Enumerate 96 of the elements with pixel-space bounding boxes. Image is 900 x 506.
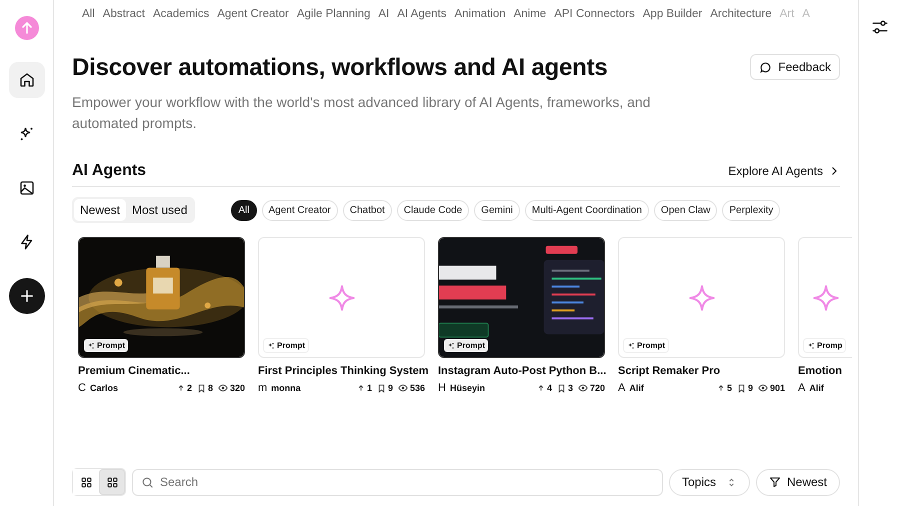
category-link[interactable]: API Connectors: [554, 8, 635, 30]
sort-button[interactable]: Newest: [756, 468, 840, 496]
arrow-up-icon: [716, 384, 725, 392]
category-link[interactable]: Academics: [152, 8, 210, 30]
category-link[interactable]: App Builder: [642, 8, 702, 30]
arrow-up-icon: [356, 384, 365, 392]
settings-icon[interactable]: [870, 18, 888, 36]
home-button[interactable]: [8, 62, 44, 98]
card-thumbnail[interactable]: Promp: [798, 237, 852, 358]
sparkle-icon: [812, 284, 840, 312]
filter-chip[interactable]: Agent Creator: [262, 200, 338, 220]
upvote-count: 5: [726, 383, 732, 393]
home-icon: [18, 71, 36, 89]
sort-tab[interactable]: Newest: [74, 199, 126, 221]
page-subtitle: Empower your workflow with the world's most advanced library of AI Agents, frameworks, and automated prompts.: [72, 93, 652, 133]
view-count: 901: [770, 383, 785, 393]
sparkle-icon: [688, 284, 716, 312]
save-count: 9: [748, 383, 753, 393]
avatar-letter: m: [258, 382, 268, 394]
card-title[interactable]: Emotion: [798, 365, 852, 377]
filter-chip[interactable]: Open Claw: [654, 200, 718, 220]
topics-dropdown[interactable]: Topics: [668, 468, 750, 496]
author-name[interactable]: monna: [271, 383, 301, 393]
category-link[interactable]: All: [82, 8, 95, 30]
upvote-count: 1: [366, 383, 372, 393]
search-field[interactable]: Search: [132, 468, 663, 496]
filter-chip[interactable]: Chatbot: [342, 200, 392, 220]
filter-chip[interactable]: All: [231, 200, 256, 220]
avatar-letter: H: [438, 382, 446, 394]
category-link[interactable]: Abstract: [102, 8, 145, 30]
filter-chip[interactable]: Claude Code: [396, 200, 470, 220]
sparkle-icon: [328, 284, 356, 312]
eye-icon: [578, 383, 588, 393]
save-count: 3: [568, 383, 573, 393]
upvote-count: 2: [186, 383, 192, 393]
image-icon: [18, 179, 36, 197]
section-title: AI Agents: [72, 162, 146, 180]
avatar-letter: A: [618, 382, 626, 394]
upvote-count: 4: [546, 383, 552, 393]
badge-label: Prompt: [277, 341, 305, 350]
card-thumbnail[interactable]: Prompt: [618, 237, 785, 358]
author-name[interactable]: Alif: [809, 383, 824, 393]
card-thumbnail[interactable]: Prompt: [258, 237, 425, 358]
badge-label: Prompt: [97, 341, 125, 350]
badge-label: Prompt: [457, 341, 485, 350]
view-count: 720: [590, 383, 605, 393]
badge-label: Promp: [817, 341, 842, 350]
add-button[interactable]: [8, 278, 44, 314]
bookmark-icon: [736, 384, 746, 392]
author-name[interactable]: Carlos: [90, 383, 118, 393]
card-title[interactable]: Script Remaker Pro: [618, 365, 785, 377]
category-link[interactable]: AI Agents: [397, 8, 446, 30]
card-title[interactable]: Premium Cinematic...: [78, 365, 245, 377]
save-count: 8: [208, 383, 213, 393]
sparkle-icon: [627, 342, 635, 350]
badge-label: Prompt: [637, 341, 665, 350]
category-link[interactable]: Agile Planning: [296, 8, 370, 30]
chat-bubble-icon: [759, 60, 772, 74]
feedback-button[interactable]: Feedback: [750, 54, 840, 80]
view-count: 536: [410, 383, 425, 393]
sparkle-icon: [447, 342, 455, 350]
category-link[interactable]: Animation: [454, 8, 506, 30]
bookmark-icon: [376, 384, 386, 392]
bookmark-icon: [196, 384, 206, 392]
author-name[interactable]: Alif: [629, 383, 644, 393]
arrow-up-icon: [536, 384, 545, 392]
filter-chip[interactable]: Gemini: [474, 200, 520, 220]
page-title: Discover automations, workflows and AI agents: [72, 54, 609, 82]
sparkle-icon: [267, 342, 275, 350]
card-title[interactable]: Instagram Auto-Post Python B...: [438, 365, 605, 377]
arrow-up-icon: [176, 384, 185, 392]
card-thumbnail[interactable]: Prompt: [78, 237, 245, 358]
sparkle-icon: [807, 342, 815, 350]
category-link[interactable]: Anime: [514, 8, 546, 30]
card-thumbnail[interactable]: Prompt: [438, 237, 605, 358]
filter-icon: [768, 476, 781, 488]
bookmark-icon: [556, 384, 566, 392]
category-link[interactable]: AI: [378, 8, 390, 30]
view-count: 320: [230, 383, 245, 393]
grid-icon: [80, 476, 92, 488]
category-link[interactable]: Architecture: [710, 8, 772, 30]
eye-icon: [398, 383, 408, 393]
avatar-letter: C: [78, 382, 86, 394]
sparkle-icon: [87, 342, 95, 350]
grid-view-button[interactable]: [99, 469, 125, 495]
explore-link[interactable]: Explore AI Agents: [728, 164, 840, 178]
eye-icon: [758, 383, 768, 393]
save-count: 9: [388, 383, 393, 393]
filter-chip[interactable]: Perplexity: [722, 200, 780, 220]
avatar-letter: A: [798, 382, 806, 394]
grid-icon: [106, 476, 118, 488]
category-link[interactable]: Agent Creator: [217, 8, 289, 30]
author-name[interactable]: Hüseyin: [450, 383, 485, 393]
eye-icon: [218, 383, 228, 393]
sort-tab[interactable]: Most used: [126, 199, 194, 221]
filter-chip[interactable]: Multi-Agent Coordination: [524, 200, 649, 220]
